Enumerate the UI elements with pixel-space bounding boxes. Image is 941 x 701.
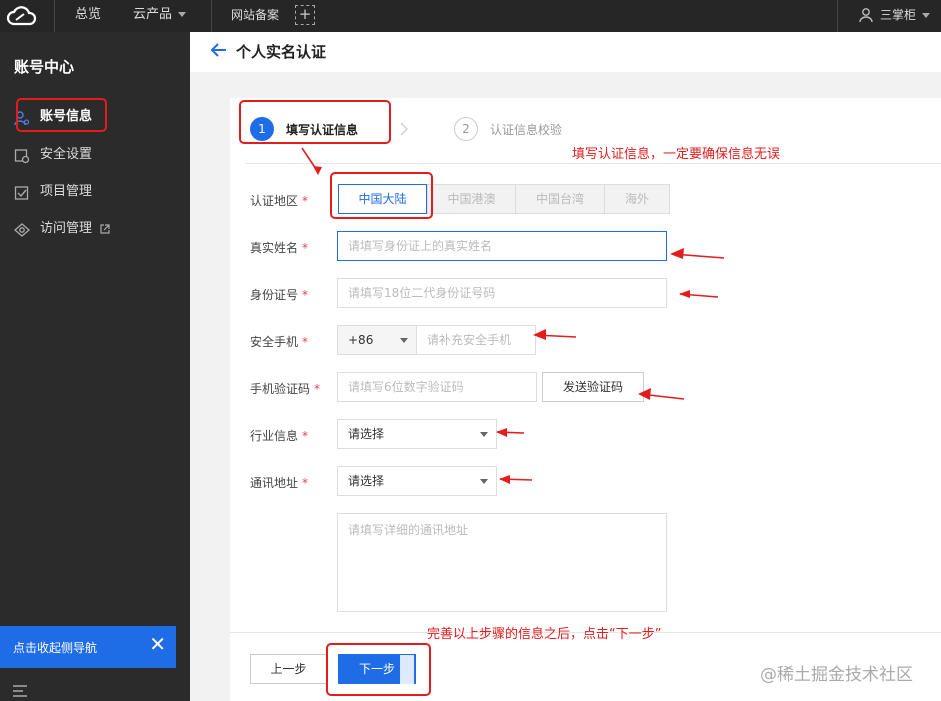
sidebar: 账号中心 账号信息 安全设置 项目管理 访问管理 点击收起侧导航 ✕ [0, 32, 190, 701]
annotation-bottom-note: 完善以上步骤的信息之后，点击“下一步” [427, 627, 662, 642]
country-code-select[interactable]: +86 [337, 325, 417, 355]
chevron-down-icon [400, 338, 408, 343]
country-code-value: +86 [348, 333, 374, 347]
address-select[interactable]: 请选择 [337, 466, 497, 496]
industry-value: 请选择 [348, 427, 385, 441]
chevron-right-icon [400, 122, 408, 136]
divider [837, 0, 838, 32]
page-title: 个人实名认证 [236, 43, 327, 61]
send-code-button[interactable]: 发送验证码 [542, 372, 644, 402]
address-detail-textarea[interactable]: 请填写详细的通讯地址 [337, 513, 667, 612]
sms-code-label-text: 手机验证码 [250, 382, 311, 396]
id-number-input[interactable]: 请填写18位二代身份证号码 [337, 278, 667, 308]
industry-select[interactable]: 请选择 [337, 419, 497, 449]
user-name: 三掌柜 [880, 8, 917, 22]
address-value: 请选择 [348, 474, 385, 488]
phone-label: 安全手机 * [250, 333, 308, 350]
required-mark: * [302, 476, 309, 490]
sidebar-item-label: 安全设置 [40, 147, 93, 162]
chevron-down-icon [480, 479, 488, 484]
name-label-text: 真实姓名 [250, 241, 299, 255]
required-mark: * [302, 194, 309, 208]
close-icon[interactable]: ✕ [149, 634, 166, 654]
shield-icon [14, 149, 30, 164]
step-2-label: 认证信息校验 [490, 123, 563, 137]
page-header: 个人实名认证 [190, 32, 941, 72]
sidebar-item-label: 项目管理 [40, 184, 93, 199]
industry-label-text: 行业信息 [250, 429, 299, 443]
region-label: 认证地区 * [250, 192, 308, 209]
checkbox-icon [14, 186, 29, 200]
divider [54, 0, 55, 32]
required-mark: * [302, 335, 309, 349]
collapse-sidebar-text: 点击收起侧导航 [13, 641, 98, 655]
chevron-down-icon [480, 432, 488, 437]
eye-icon [14, 223, 30, 237]
annotation-top-note: 填写认证信息，一定要确保信息无误 [572, 147, 781, 162]
external-link-icon [100, 224, 110, 234]
address-label: 通讯地址 * [250, 474, 308, 491]
real-name-input[interactable]: 请填写身份证上的真实姓名 [337, 231, 667, 261]
id-number-label: 身份证号 * [250, 286, 308, 303]
add-shortcut-button[interactable]: + [295, 5, 315, 25]
industry-label: 行业信息 * [250, 427, 308, 444]
required-mark: * [302, 429, 309, 443]
user-icon [859, 8, 873, 23]
annotation-box-account-info [16, 98, 107, 132]
phone-label-text: 安全手机 [250, 335, 299, 349]
step-divider [246, 163, 941, 164]
required-mark: * [302, 241, 309, 255]
sidebar-item-label: 访问管理 [40, 221, 93, 236]
collapse-sidebar-tip[interactable]: 点击收起侧导航 ✕ [0, 626, 176, 668]
sidebar-item-access[interactable]: 访问管理 [14, 218, 184, 240]
chevron-down-icon [178, 12, 187, 17]
id-number-label-text: 身份证号 [250, 288, 299, 302]
sidebar-title: 账号中心 [14, 58, 75, 76]
step-2-number: 2 [454, 117, 478, 141]
annotation-box-region [330, 172, 433, 219]
nav-overview[interactable]: 总览 [75, 0, 101, 32]
prev-step-button[interactable]: 上一步 [250, 654, 327, 684]
divider [211, 0, 212, 32]
region-tab-overseas[interactable]: 海外 [604, 184, 670, 214]
phone-input[interactable]: 请补充安全手机 [416, 325, 536, 355]
chevron-down-icon [922, 13, 931, 18]
region-tab-hk-macao[interactable]: 中国港澳 [427, 184, 516, 214]
menu-icon[interactable] [12, 684, 28, 698]
sidebar-item-projects[interactable]: 项目管理 [14, 181, 184, 203]
address-label-text: 通讯地址 [250, 476, 299, 490]
user-menu[interactable]: 三掌柜 [880, 0, 931, 32]
sms-code-label: 手机验证码 * [250, 380, 320, 397]
nav-products-label: 云产品 [133, 7, 173, 22]
nav-products[interactable]: 云产品 [133, 0, 187, 32]
required-mark: * [314, 382, 321, 396]
sms-code-input[interactable]: 请填写6位数字验证码 [337, 372, 537, 402]
nav-icp[interactable]: 网站备案 [231, 0, 279, 32]
top-bar: 总览 云产品 网站备案 + 三掌柜 [0, 0, 941, 32]
region-label-text: 认证地区 [250, 194, 299, 208]
region-tab-taiwan[interactable]: 中国台湾 [515, 184, 605, 214]
back-arrow-icon[interactable] [210, 41, 228, 59]
name-label: 真实姓名 * [250, 239, 308, 256]
sidebar-item-security[interactable]: 安全设置 [14, 144, 184, 166]
annotation-box-next [326, 643, 431, 696]
required-mark: * [302, 288, 309, 302]
cloud-logo-icon[interactable] [6, 4, 38, 28]
annotation-box-step1 [239, 100, 391, 144]
watermark: @稀土掘金技术社区 [760, 665, 913, 685]
